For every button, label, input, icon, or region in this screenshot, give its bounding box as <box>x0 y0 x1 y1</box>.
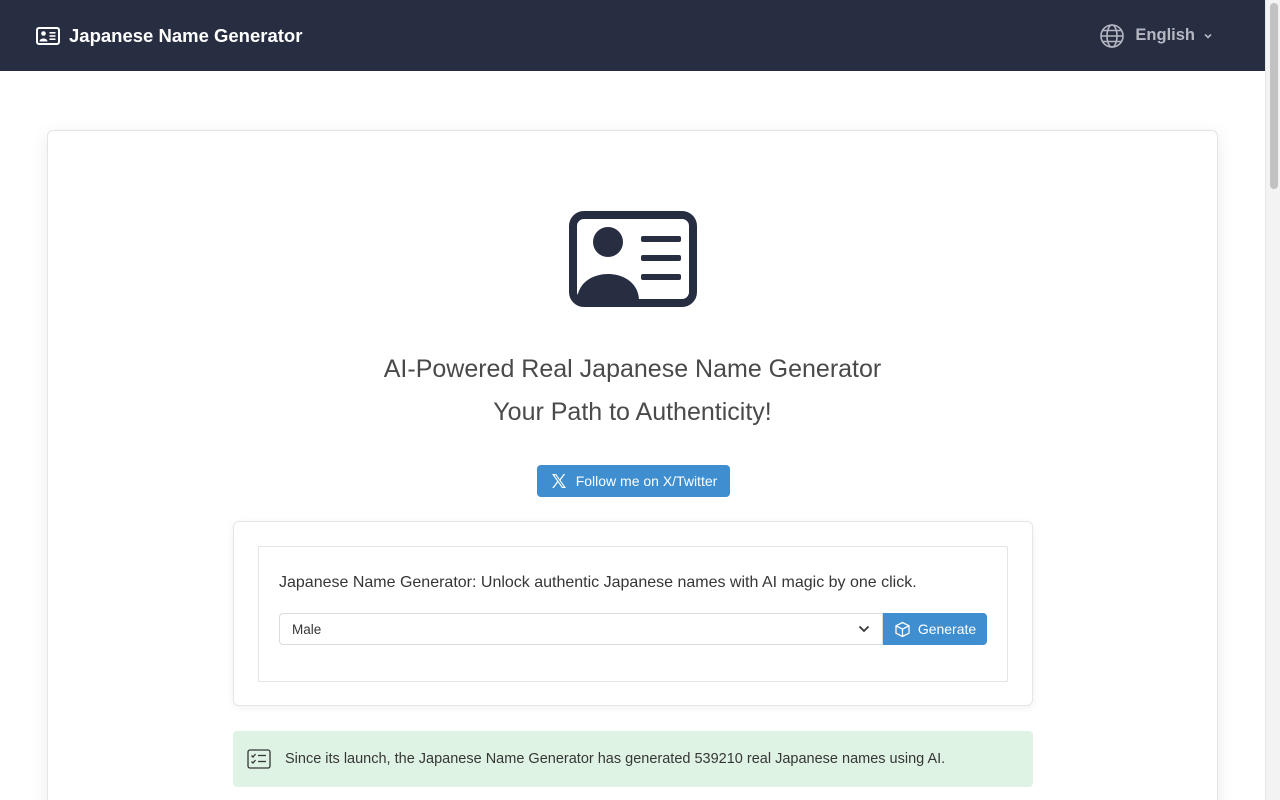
cube-icon <box>895 621 910 637</box>
scrollbar[interactable] <box>1265 0 1280 800</box>
gender-select[interactable]: Male <box>279 613 883 645</box>
checklist-icon <box>247 749 271 769</box>
scrollbar-thumb[interactable] <box>1270 3 1278 189</box>
stats-notice: Since its launch, the Japanese Name Gene… <box>233 731 1033 787</box>
id-card-icon <box>569 211 697 307</box>
generator-box: Japanese Name Generator: Unlock authenti… <box>233 521 1033 706</box>
chevron-down-icon <box>858 625 870 633</box>
hero-title: AI-Powered Real Japanese Name Generator <box>383 355 882 383</box>
page: Japanese Name Generator English AI-Power… <box>0 0 1280 800</box>
gender-select-value: Male <box>292 621 322 637</box>
globe-icon <box>1100 23 1125 48</box>
generate-label: Generate <box>917 621 977 637</box>
hero-subtitle: Your Path to Authenticity! <box>493 398 772 426</box>
language-selector[interactable]: English <box>1099 23 1213 49</box>
id-card-icon <box>36 26 60 45</box>
navbar: Japanese Name Generator English <box>0 0 1265 71</box>
generator-panel: Japanese Name Generator: Unlock authenti… <box>258 546 1008 682</box>
chevron-down-icon <box>1204 33 1212 39</box>
follow-twitter-label: Follow me on X/Twitter <box>575 473 718 489</box>
main-card: AI-Powered Real Japanese Name Generator … <box>47 130 1218 800</box>
x-logo-icon <box>551 474 566 488</box>
language-label: English <box>1135 26 1195 44</box>
brand[interactable]: Japanese Name Generator <box>36 25 302 47</box>
brand-title: Japanese Name Generator <box>69 24 303 46</box>
generate-button[interactable]: Generate <box>883 613 987 645</box>
follow-twitter-button[interactable]: Follow me on X/Twitter <box>537 465 730 497</box>
generator-description: Japanese Name Generator: Unlock authenti… <box>279 574 917 591</box>
stats-notice-text: Since its launch, the Japanese Name Gene… <box>285 751 946 767</box>
